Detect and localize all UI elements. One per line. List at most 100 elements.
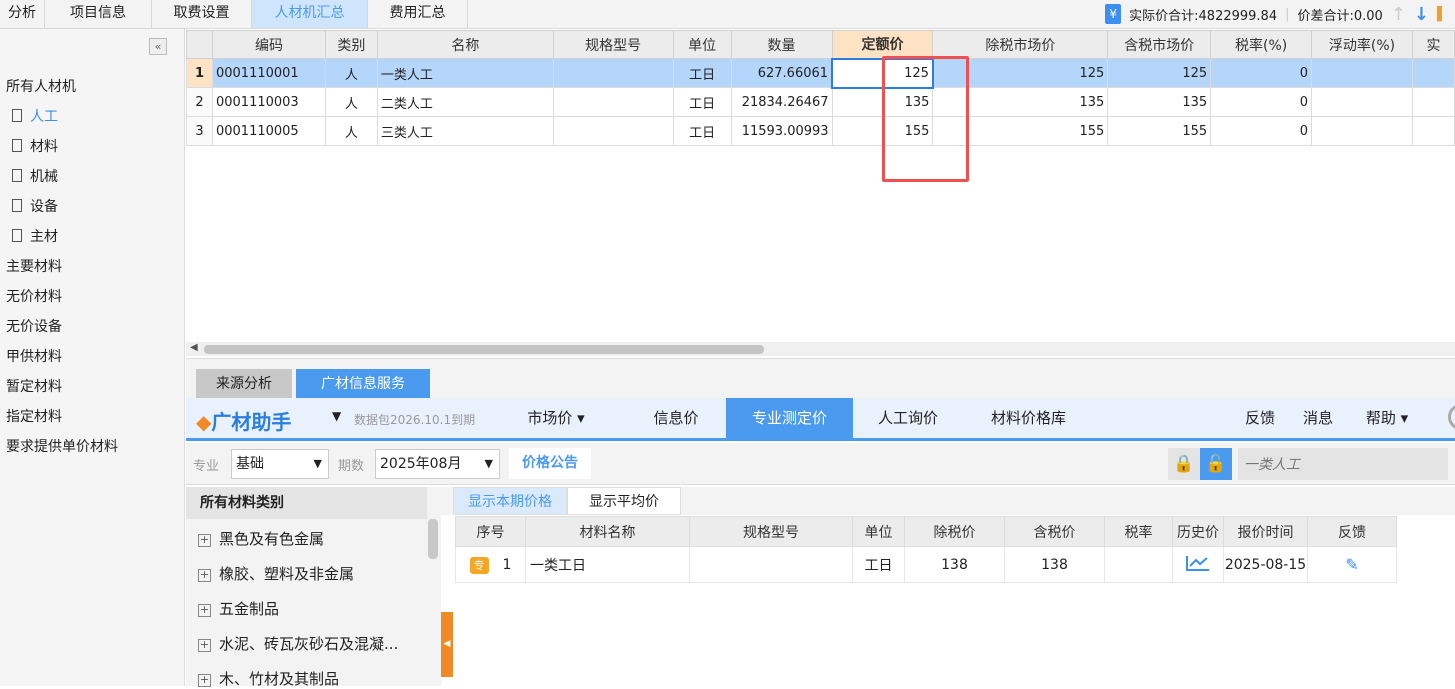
link-messages[interactable]: 消息	[1294, 398, 1342, 438]
table-row[interactable]: 专1 一类工日 工日 138 138 2025-08-15 ✎	[455, 546, 1397, 583]
nav-material-price-library[interactable]: 材料价格库	[976, 398, 1081, 438]
tab-current-period-price[interactable]: 显示本期价格	[453, 487, 567, 515]
cell-tax-rate[interactable]: 0	[1210, 116, 1313, 146]
nav-info-price[interactable]: 信息价	[626, 398, 726, 438]
header-type[interactable]: 类别	[324, 30, 378, 59]
cell-name[interactable]: 一类人工	[376, 58, 554, 88]
cell-in-tax[interactable]: 155	[1107, 116, 1212, 146]
header-float-rate[interactable]: 浮动率(%)	[1311, 30, 1413, 59]
header-ex-tax-market[interactable]: 除税市场价	[932, 30, 1109, 59]
tree-item-major-materials[interactable]: 主要材料	[6, 256, 62, 276]
tab-labor-material-summary[interactable]: 人材机汇总	[252, 0, 368, 28]
edit-pencil-icon[interactable]: ✎	[1307, 546, 1397, 583]
category-scrollbar[interactable]	[428, 519, 438, 559]
tree-item-main-material[interactable]: 主材	[12, 226, 58, 246]
cell-spec[interactable]	[552, 87, 674, 117]
tree-item-machine[interactable]: 机械	[12, 166, 58, 186]
horizontal-scrollbar[interactable]: ◀	[186, 342, 1455, 356]
major-select[interactable]: 基础 ▼	[231, 449, 329, 479]
cell-actual[interactable]	[1411, 87, 1455, 117]
category-item[interactable]: + 黑色及有色金属	[198, 528, 324, 549]
cell-qty[interactable]: 21834.26467	[730, 87, 833, 117]
arrow-up-icon[interactable]: ↑	[1391, 4, 1406, 25]
logo-dropdown-icon[interactable]: ▼	[332, 409, 341, 423]
tree-item-labor[interactable]: 人工	[12, 106, 58, 126]
expand-icon[interactable]: +	[198, 534, 211, 547]
cell-code[interactable]: 0001110003	[211, 87, 326, 117]
cell-in-tax[interactable]: 125	[1107, 58, 1212, 88]
tree-item-provisional[interactable]: 暂定材料	[6, 376, 62, 396]
tree-item-designated[interactable]: 指定材料	[6, 406, 62, 426]
expand-icon[interactable]: +	[198, 604, 211, 617]
tab-gc-info-service[interactable]: 广材信息服务	[296, 369, 430, 399]
header-spec[interactable]: 规格型号	[552, 30, 674, 59]
cell-tax-rate[interactable]: 0	[1210, 87, 1313, 117]
link-feedback[interactable]: 反馈	[1236, 398, 1284, 438]
table-row[interactable]: 3 0001110005 人 三类人工 工日 11593.00993 155 1…	[186, 116, 1455, 146]
expand-icon[interactable]: +	[198, 569, 211, 582]
cell-type[interactable]: 人	[324, 58, 378, 88]
tab-cost-summary[interactable]: 费用汇总	[368, 0, 468, 28]
cell-in-tax[interactable]: 135	[1107, 87, 1212, 117]
nav-market-price[interactable]: 市场价 ▾	[506, 398, 606, 438]
lock-icon[interactable]: 🔒	[1168, 448, 1200, 480]
expand-icon[interactable]: +	[198, 674, 211, 687]
tree-item-unpriced-equipment[interactable]: 无价设备	[6, 316, 62, 336]
cell-actual[interactable]	[1411, 58, 1455, 88]
arrow-down-icon[interactable]: ↓	[1414, 4, 1429, 25]
cell-float-rate[interactable]	[1311, 58, 1413, 88]
tab-source-analysis[interactable]: 来源分析	[196, 369, 292, 399]
header-tax-rate[interactable]: 税率(%)	[1210, 30, 1313, 59]
tab-project-info[interactable]: 项目信息	[45, 0, 152, 28]
cell-type[interactable]: 人	[324, 116, 378, 146]
scrollbar-thumb[interactable]	[204, 345, 764, 354]
header-in-tax-market[interactable]: 含税市场价	[1107, 30, 1212, 59]
link-help[interactable]: 帮助 ▾	[1354, 398, 1420, 438]
cell-spec[interactable]	[552, 58, 674, 88]
settings-icon[interactable]: ▌	[1437, 7, 1447, 22]
category-item[interactable]: + 橡胶、塑料及非金属	[198, 563, 354, 584]
cell-actual[interactable]	[1411, 116, 1455, 146]
search-input[interactable]	[1238, 448, 1448, 480]
cell-tax-rate[interactable]: 0	[1210, 58, 1313, 88]
tab-average-price[interactable]: 显示平均价	[567, 487, 681, 515]
tree-item-unit-price-required[interactable]: 要求提供单价材料	[6, 436, 118, 456]
header-code[interactable]: 编码	[211, 30, 326, 59]
tree-item-all[interactable]: 所有人材机	[6, 76, 76, 96]
category-item[interactable]: + 水泥、砖瓦灰砂石及混凝...	[198, 633, 398, 654]
cell-code[interactable]: 0001110001	[211, 58, 326, 88]
cell-unit[interactable]: 工日	[672, 87, 732, 117]
expand-icon[interactable]: +	[198, 639, 211, 652]
cell-unit[interactable]: 工日	[672, 58, 732, 88]
table-row[interactable]: 1 0001110001 人 一类人工 工日 627.66061 125 125…	[186, 57, 1455, 89]
cell-type[interactable]: 人	[324, 87, 378, 117]
header-name[interactable]: 名称	[376, 30, 554, 59]
user-icon[interactable]	[1448, 404, 1455, 430]
header-unit[interactable]: 单位	[672, 30, 732, 59]
unlock-icon[interactable]: 🔓	[1200, 448, 1232, 480]
scroll-left-icon[interactable]: ◀	[190, 342, 198, 353]
tab-fee-settings[interactable]: 取费设置	[152, 0, 252, 28]
table-row[interactable]: 2 0001110003 人 二类人工 工日 21834.26467 135 1…	[186, 87, 1455, 117]
cell-name[interactable]: 三类人工	[376, 116, 554, 146]
cell-spec[interactable]	[552, 116, 674, 146]
cell-qty[interactable]: 11593.00993	[730, 116, 833, 146]
period-select[interactable]: 2025年08月 ▼	[375, 449, 500, 479]
cell-code[interactable]: 0001110005	[211, 116, 326, 146]
cell-qty[interactable]: 627.66061	[730, 58, 833, 88]
header-quota-price[interactable]: 定额价	[831, 30, 934, 59]
header-actual[interactable]: 实	[1411, 30, 1455, 59]
line-chart-icon[interactable]	[1185, 554, 1211, 572]
price-notice-button[interactable]: 价格公告	[509, 448, 591, 479]
tree-item-equipment[interactable]: 设备	[12, 196, 58, 216]
tree-item-unpriced-materials[interactable]: 无价材料	[6, 286, 62, 306]
collapse-panel-button[interactable]: «	[149, 38, 167, 55]
tab-analysis[interactable]: 分析	[0, 0, 45, 28]
cell-unit[interactable]: 工日	[672, 116, 732, 146]
cell-float-rate[interactable]	[1311, 116, 1413, 146]
splitter-handle[interactable]: ◀	[441, 612, 453, 677]
tree-item-owner-supplied[interactable]: 甲供材料	[6, 346, 62, 366]
cell-name[interactable]: 二类人工	[376, 87, 554, 117]
tree-item-material[interactable]: 材料	[12, 136, 58, 156]
nav-labor-inquiry[interactable]: 人工询价	[858, 398, 958, 438]
